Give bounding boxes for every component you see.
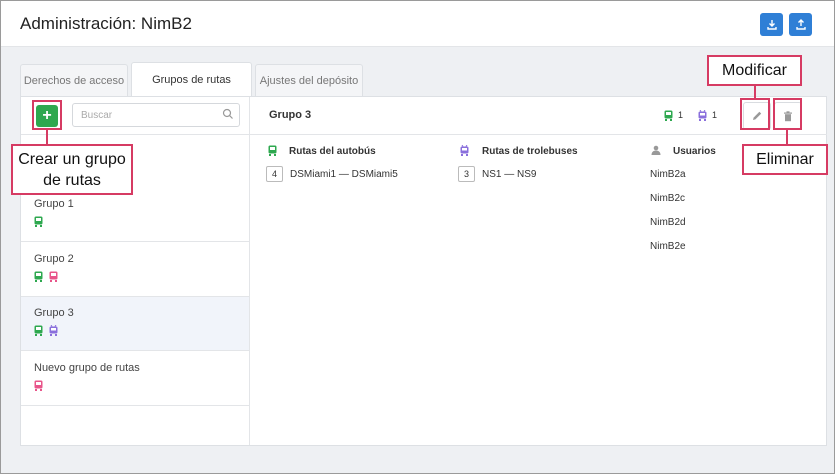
tab-depot-settings[interactable]: Ajustes del depósito xyxy=(255,64,363,96)
bus-routes-header: Rutas del autobús xyxy=(289,146,376,157)
search-placeholder: Buscar xyxy=(81,110,113,121)
tab-route-groups[interactable]: Grupos de rutas xyxy=(131,62,252,97)
tab-access-rights[interactable]: Derechos de acceso xyxy=(20,64,128,96)
trolleybus-icon xyxy=(49,325,58,336)
bus-icon xyxy=(34,271,43,282)
group-item-3[interactable]: Grupo 3 xyxy=(21,297,249,351)
callout-connector xyxy=(46,130,48,144)
group-name: Nuevo grupo de rutas xyxy=(34,362,140,374)
upload-icon xyxy=(795,18,806,30)
detail-title: Grupo 3 xyxy=(269,109,312,121)
delete-button-highlight xyxy=(773,98,802,130)
page-header: Administración: NimB2 xyxy=(1,1,834,47)
bus-icon-alt xyxy=(34,380,43,391)
user-icon xyxy=(651,145,661,155)
download-icon xyxy=(766,19,777,30)
search-input[interactable]: Buscar xyxy=(72,103,240,127)
bus-icon xyxy=(664,110,673,121)
bus-icon xyxy=(268,145,277,156)
edit-button-highlight xyxy=(740,98,770,130)
bus-icon xyxy=(34,325,43,336)
group-item-2[interactable]: Grupo 2 xyxy=(21,243,249,297)
search-icon xyxy=(222,108,233,119)
callout-connector xyxy=(754,86,756,98)
group-name: Grupo 1 xyxy=(34,198,74,210)
modify-callout: Modificar xyxy=(707,55,802,86)
trolleybus-route-count-badge: 3 xyxy=(458,166,475,182)
bus-count: 1 xyxy=(678,110,684,120)
users-header: Usuarios xyxy=(673,146,716,157)
trolleybus-route-range[interactable]: NS1 — NS9 xyxy=(482,169,536,180)
export-button[interactable] xyxy=(789,13,812,36)
group-item-1[interactable]: Grupo 1 xyxy=(21,188,249,242)
callout-connector xyxy=(786,130,788,144)
user-item: NimB2c xyxy=(650,193,686,204)
trolleybus-count: 1 xyxy=(712,110,718,120)
delete-callout: Eliminar xyxy=(742,144,828,175)
user-item: NimB2d xyxy=(650,217,686,228)
page-title: Administración: NimB2 xyxy=(20,14,192,33)
bus-icon-alt xyxy=(49,271,58,282)
route-groups-panel: + Buscar Grupo 1 Grupo 2 Grupo 3 Nuevo g… xyxy=(20,96,827,446)
user-item: NimB2e xyxy=(650,241,686,252)
trolleybus-icon xyxy=(698,110,707,121)
import-button[interactable] xyxy=(760,13,783,36)
group-name: Grupo 2 xyxy=(34,253,74,265)
bus-route-range[interactable]: DSMiami1 — DSMiami5 xyxy=(290,169,398,180)
trolleybus-icon xyxy=(460,145,469,156)
user-item: NimB2a xyxy=(650,169,686,180)
group-item-4[interactable]: Nuevo grupo de rutas xyxy=(21,352,249,406)
group-name: Grupo 3 xyxy=(34,307,74,319)
bus-route-count-badge: 4 xyxy=(266,166,283,182)
create-group-callout: Crear un grupo de rutas xyxy=(11,144,133,195)
add-button-highlight xyxy=(32,100,62,130)
trolleybus-routes-header: Rutas de trolebuses xyxy=(482,146,578,157)
bus-icon xyxy=(34,216,43,227)
